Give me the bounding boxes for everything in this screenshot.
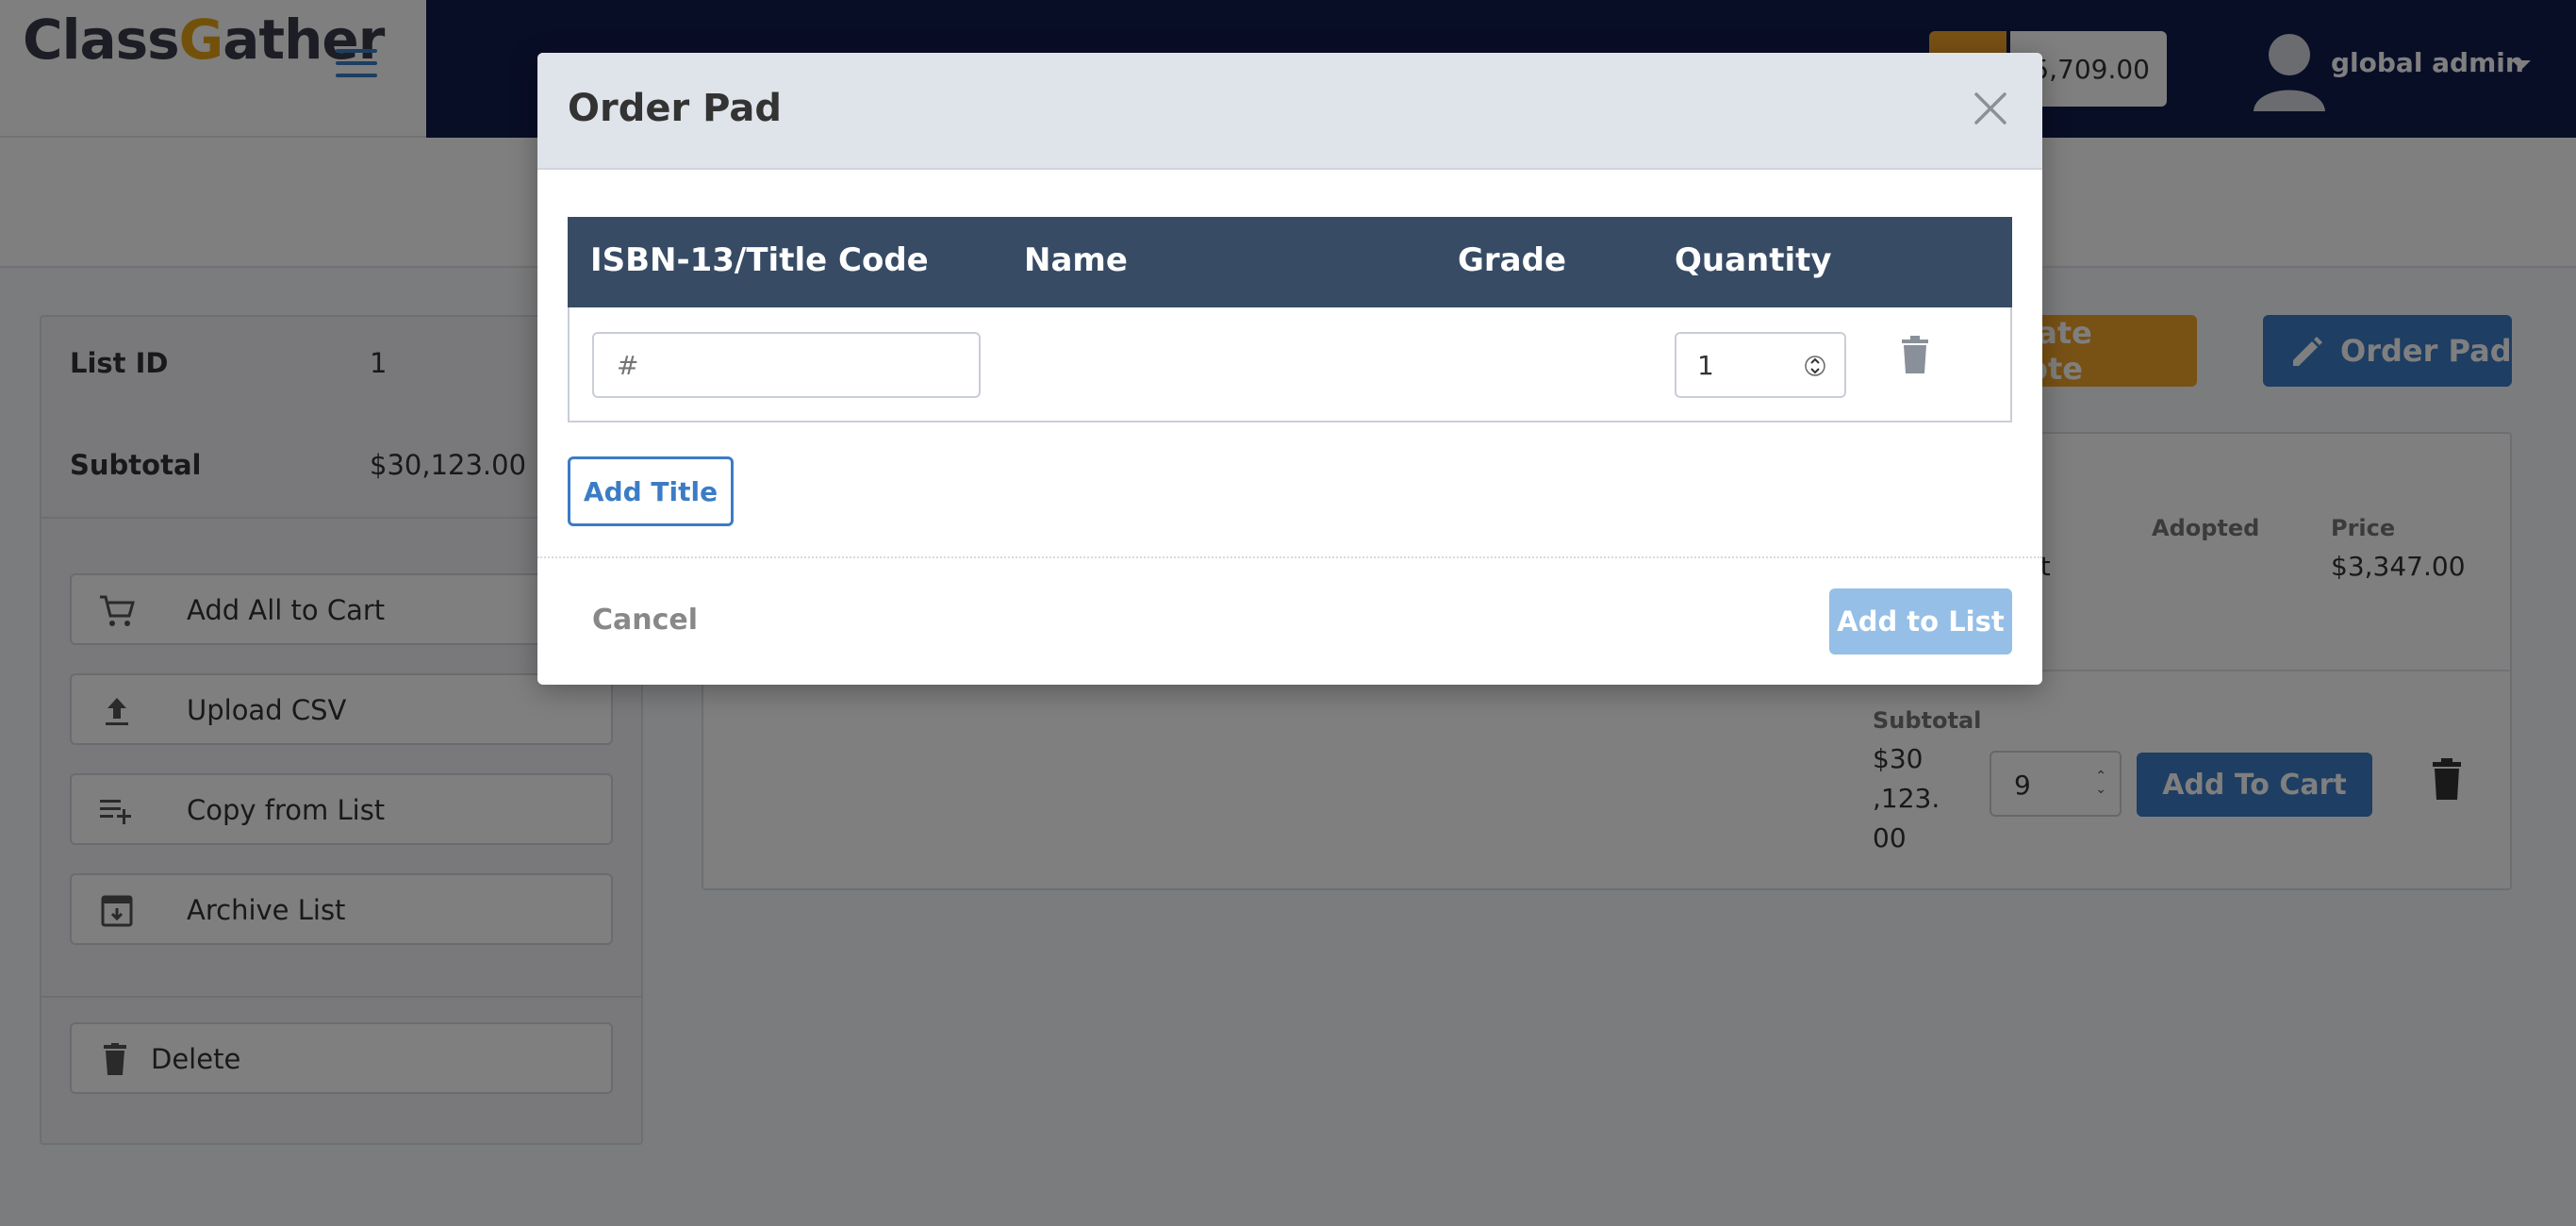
- column-quantity: Quantity: [1675, 241, 1832, 279]
- add-title-button[interactable]: Add Title: [568, 456, 734, 526]
- add-to-list-button[interactable]: Add to List: [1829, 588, 2012, 654]
- column-grade: Grade: [1458, 241, 1567, 279]
- column-isbn: ISBN-13/Title Code: [590, 241, 929, 279]
- table-row: 1: [568, 307, 2012, 422]
- close-icon[interactable]: [1971, 89, 2010, 128]
- table-header: ISBN-13/Title Code Name Grade Quantity: [568, 217, 2012, 307]
- trash-icon[interactable]: [1901, 336, 1929, 373]
- divider: [537, 556, 2042, 558]
- quantity-stepper[interactable]: 1: [1675, 332, 1846, 398]
- spinner-icon[interactable]: [1805, 349, 1825, 383]
- cancel-button[interactable]: Cancel: [592, 604, 698, 637]
- modal-title: Order Pad: [568, 87, 783, 130]
- isbn-input[interactable]: [592, 332, 981, 398]
- order-pad-modal: Order Pad ISBN-13/Title Code Name Grade …: [537, 53, 2042, 685]
- column-name: Name: [1024, 241, 1128, 279]
- modal-header: Order Pad: [537, 53, 2042, 170]
